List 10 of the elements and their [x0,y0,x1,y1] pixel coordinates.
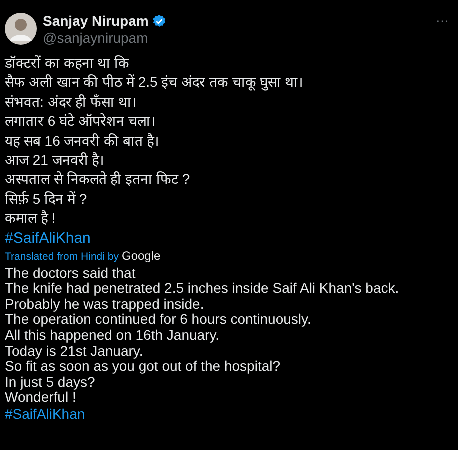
author-name[interactable]: Sanjay Nirupam [43,13,149,29]
provider-name: Google [122,248,161,263]
more-button[interactable]: ··· [432,13,453,28]
translation-link[interactable]: Translated from Hindi by [5,250,119,263]
author-handle[interactable]: @sanjaynirupam [43,30,426,46]
hashtag-link[interactable]: #SaifAliKhan [5,228,91,248]
translated-text: The doctors said that The knife had penetrated 2.5 inches inside Saif Ali Khan's back. Probably he was trapped inside. The operation continued for 6 hours continuously. All this happened on 16th January. Today is 21st January. So fit as soon as you got out of the hospital? In just 5 days? Wonderful ! [5,266,400,406]
tweet-text: डॉक्टरों का कहना था कि सैफ अली खान की पीठ में 2.5 इंच अंदर तक चाकू घुसा था। संभवत: अंदर ही फँसा था। लगातार 6 घंटे ऑपरेशन चला। यह सब 16 जनवरी की बात है। आज 21 जनवरी है। अस्पताल से निकलते ही इतना फिट ? सिर्फ़ 5 दिन में ? कमाल है ! [5,54,304,228]
avatar[interactable] [5,13,37,45]
hashtag-link[interactable]: #SaifAliKhan [5,406,86,422]
